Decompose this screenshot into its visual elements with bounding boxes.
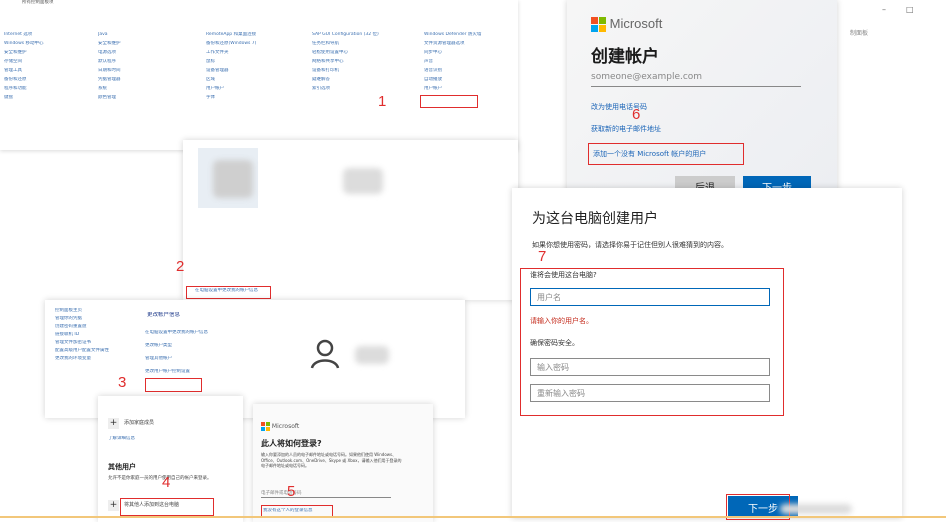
add-family-plus-icon[interactable]: + — [108, 418, 119, 429]
control-panel-item[interactable]: Windows 移动中心 — [4, 41, 92, 47]
account-action-link[interactable]: 管理其他帐户 — [145, 356, 172, 362]
background-window: – □ 制面板 — [850, 4, 946, 44]
highlight-manage-other-accounts — [145, 378, 202, 392]
control-panel-item[interactable]: 系统 — [98, 86, 186, 92]
control-panel-item[interactable]: 日期和时间 — [98, 68, 186, 74]
control-panel-item[interactable]: 用户帐户 — [206, 86, 294, 92]
sidebar-link[interactable]: 管理你的凭据 — [55, 316, 82, 322]
control-panel-item[interactable]: 网络和共享中心 — [312, 59, 400, 65]
email-input[interactable]: someone@example.com — [591, 72, 801, 87]
ms-brand-small: Microsoft — [261, 422, 299, 431]
maximize-button[interactable]: □ — [906, 5, 914, 14]
control-panel-item[interactable]: 声音 — [424, 59, 512, 65]
control-panel-item[interactable]: 同步中心 — [424, 50, 512, 56]
ms-brand: Microsoft — [591, 16, 663, 33]
account-action-link[interactable]: 更改帐户类型 — [145, 343, 172, 349]
side-text: 制面板 — [850, 30, 869, 37]
highlight-pc-settings-link — [186, 286, 271, 299]
microsoft-logo-icon — [261, 422, 270, 431]
user-accounts-window: 在电脑设置中更改我的帐户信息 — [183, 140, 518, 300]
control-panel-item[interactable]: 任务栏和导航 — [312, 41, 400, 47]
control-panel-item[interactable]: 设备和打印机 — [312, 68, 400, 74]
step-marker-2: 2 — [176, 258, 185, 275]
control-panel-item[interactable]: 备份和还原 — [4, 77, 92, 83]
control-panel-item[interactable]: 轻松使用设置中心 — [312, 50, 400, 56]
add-family-label[interactable]: 添加家庭成员 — [124, 420, 154, 427]
ms-brand-label: Microsoft — [271, 423, 300, 430]
highlight-add-without-ms-account — [588, 143, 744, 165]
control-panel-item[interactable]: 字体 — [206, 95, 294, 101]
control-panel-item[interactable]: 安全和维护 — [4, 50, 92, 56]
microsoft-logo-icon — [591, 17, 606, 33]
sidebar-link[interactable]: 管理文件加密证书 — [55, 340, 91, 346]
control-panel-item[interactable]: 程序和功能 — [4, 86, 92, 92]
bottom-border — [0, 516, 946, 518]
blurred-name — [343, 168, 383, 194]
sidebar-link[interactable]: 链接联机 ID — [55, 332, 79, 338]
account-action-link[interactable]: 更改用户帐户控制设置 — [145, 369, 190, 375]
highlight-user-accounts — [420, 95, 478, 108]
add-other-plus-icon[interactable]: + — [108, 500, 119, 511]
control-panel-item[interactable]: 鼠标 — [206, 59, 294, 65]
local-user-heading: 为这台电脑创建用户 — [532, 211, 658, 227]
sidebar-link[interactable]: 控制面板主页 — [55, 308, 82, 314]
control-panel-title: 所有控制面板项 — [22, 0, 54, 5]
sidebar-link[interactable]: 更改我的环境变量 — [55, 356, 91, 362]
control-panel-item[interactable]: 工作文件夹 — [206, 50, 294, 56]
email-phone-input[interactable]: 电子邮件或电话号码 — [261, 490, 391, 498]
control-panel-item[interactable]: 默认程序 — [98, 59, 186, 65]
control-panel-item[interactable]: Java — [98, 32, 186, 38]
minimize-button[interactable]: – — [882, 5, 886, 14]
control-panel-item[interactable]: 凭据管理器 — [98, 77, 186, 83]
control-panel-item[interactable]: 颜色管理 — [98, 95, 186, 101]
sidebar-link[interactable]: 创建密码重置盘 — [55, 324, 87, 330]
local-user-desc: 如果你想使用密码，请选择你易于记住但别人很难猜到的内容。 — [532, 241, 728, 249]
control-panel-item[interactable]: 语音识别 — [424, 68, 512, 74]
control-panel-item[interactable]: RemoteApp 和桌面连接 — [206, 32, 294, 38]
step-marker-6: 6 — [632, 106, 641, 123]
control-panel-item[interactable]: 自动播放 — [424, 77, 512, 83]
create-account-window: Microsoft 创建帐户 someone@example.com 改为使用电… — [567, 0, 837, 196]
step-marker-7: 7 — [538, 248, 547, 265]
control-panel-item[interactable]: 管理工具 — [4, 68, 92, 74]
blurred-watermark — [780, 504, 852, 514]
control-panel-item[interactable]: 索引选项 — [312, 86, 400, 92]
new-email-link[interactable]: 获取新的电子邮件地址 — [591, 124, 661, 134]
blurred-avatar — [213, 160, 253, 198]
control-panel-item[interactable]: 文件资源管理器选项 — [424, 41, 512, 47]
control-panel-item[interactable]: 安全和维护 — [98, 41, 186, 47]
control-panel-item[interactable]: 用户帐户 — [424, 86, 512, 92]
highlight-add-other-user — [120, 498, 214, 516]
control-panel-item[interactable]: Internet 选项 — [4, 32, 92, 38]
sign-in-body: 输入你要添加的人员的电子邮件地址或电话号码。如果他们使用 Windows、Off… — [261, 452, 402, 468]
highlight-user-form — [520, 268, 784, 416]
control-panel-item[interactable]: 设备管理器 — [206, 68, 294, 74]
step-marker-4: 4 — [162, 474, 171, 491]
control-panel-item[interactable]: 存储空间 — [4, 59, 92, 65]
step-marker-5: 5 — [287, 483, 296, 500]
manage-accounts-heading: 更改帐户信息 — [147, 312, 181, 318]
user-avatar — [303, 332, 347, 376]
create-account-heading: 创建帐户 — [591, 47, 659, 67]
step-marker-3: 3 — [118, 374, 127, 391]
control-panel-item[interactable]: 区域 — [206, 77, 294, 83]
control-panel-item[interactable]: 键盘 — [4, 95, 92, 101]
account-action-link[interactable]: 在电脑设置中更改我的帐户信息 — [145, 330, 208, 336]
control-panel-item[interactable]: 电源选项 — [98, 50, 186, 56]
control-panel-item[interactable]: Windows Defender 防火墙 — [424, 32, 512, 38]
sidebar-link[interactable]: 配置高级用户配置文件属性 — [55, 348, 109, 354]
control-panel-item[interactable]: 备份和还原(Windows 7) — [206, 41, 294, 47]
learn-more-link[interactable]: 了解详细信息 — [108, 436, 135, 442]
ms-brand-label: Microsoft — [609, 16, 663, 31]
control-panel-item[interactable]: SAP GUI Configuration (32 位) — [312, 32, 400, 38]
sign-in-heading: 此人将如何登录? — [261, 439, 322, 448]
control-panel-window: 所有控制面板项 Internet 选项 Windows 移动中心 安全和维护存储空间… — [0, 0, 518, 150]
step-marker-1: 1 — [378, 93, 387, 110]
control-panel-item[interactable]: 疑难解答 — [312, 77, 400, 83]
other-users-heading: 其他用户 — [108, 463, 136, 471]
blurred-user-info — [355, 346, 389, 364]
